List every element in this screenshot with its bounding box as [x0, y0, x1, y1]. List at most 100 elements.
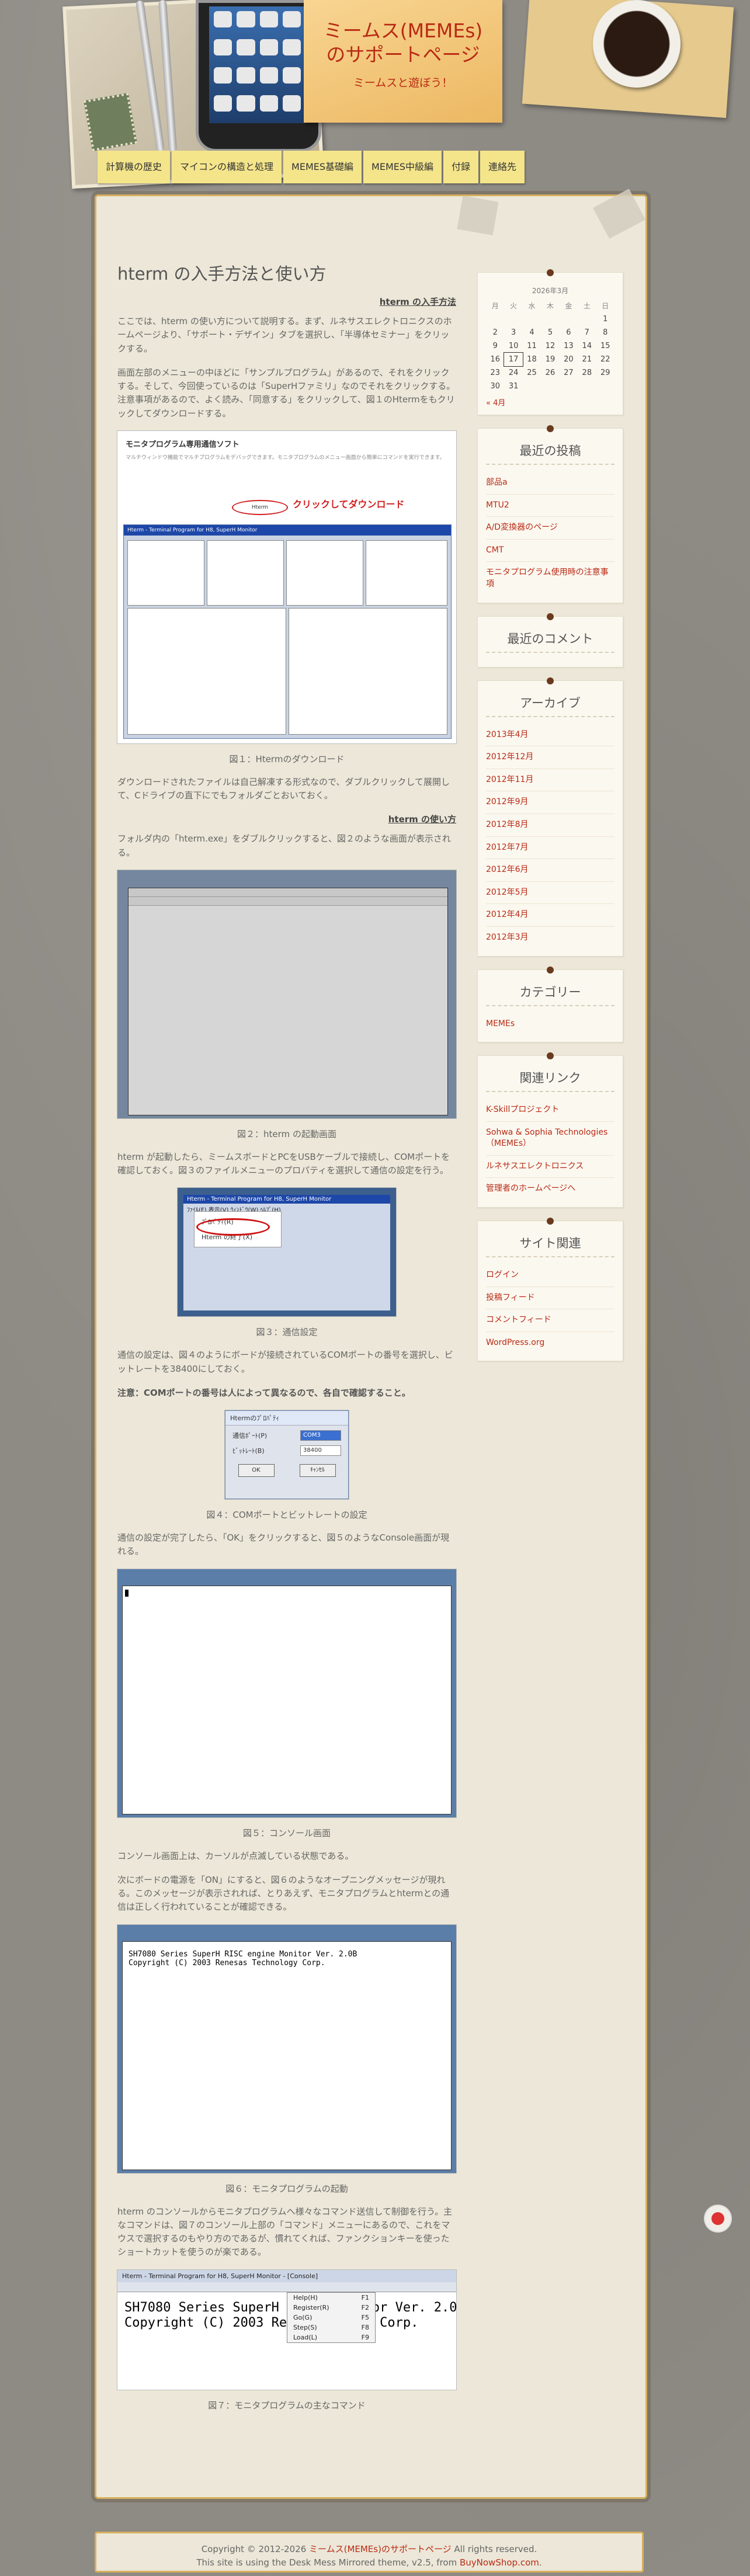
figure-hterm-download[interactable]: モニタプログラム専用通信ソフト マルチウィンドウ機能でマルチプログラムをデバッグ…	[117, 430, 456, 743]
calendar-day: 9	[492, 342, 498, 350]
recent-post-link[interactable]: A/D変換器のページ	[486, 517, 614, 540]
archive-widget: アーカイブ 2013年4月 2012年12月 2012年11月 2012年9月 …	[477, 677, 623, 957]
calendar-table: 2026年3月 月火水木金土日 1 2 3 4 5 6 7 8 9 10 11 12 13 14 15 16 1…	[486, 286, 614, 393]
related-link[interactable]: 管理者のホームページへ	[486, 1178, 614, 1200]
cancel-button: ｷｬﾝｾﾙ	[299, 1464, 336, 1477]
footer-theme-link[interactable]: BuyNowShop.com	[460, 2557, 539, 2568]
stamp-decoration	[83, 92, 138, 152]
dialog-title: Htermのﾌﾟﾛﾊﾟﾃｨ	[225, 1411, 348, 1426]
figure-caption: 図７：モニタプログラムの主なコマンド	[208, 2400, 366, 2411]
nav-tab-appendix[interactable]: 付録	[443, 151, 479, 183]
figure-com-bitrate-dialog[interactable]: Htermのﾌﾟﾛﾊﾟﾃｨ 通信ﾎﾟｰﾄ(P) COM3 ﾋﾞｯﾄﾚｰﾄ(B) 38…	[225, 1410, 349, 1499]
widget-title: 最近の投稿	[486, 441, 614, 465]
meta-link-wordpress[interactable]: WordPress.org	[486, 1332, 614, 1354]
console-window: SH7080 Series SuperH RISC engine Monitor…	[122, 1941, 452, 2170]
calendar-day: 11	[527, 342, 537, 350]
floating-widget-icon[interactable]	[705, 2206, 731, 2231]
paragraph: hterm が起動したら、ミームスボードとPCをUSBケーブルで接続し、COMポ…	[117, 1151, 450, 1176]
figure-caption: 図４：COMポートとビットレートの設定	[206, 1510, 367, 1520]
archive-link[interactable]: 2012年12月	[486, 746, 614, 769]
site-title[interactable]: ミームス(MEMEs) のサポートページ	[304, 19, 502, 67]
window-title: Hterm - Terminal Program for H8, SuperH …	[183, 1195, 390, 1204]
site-title-line2: のサポートページ	[326, 43, 480, 67]
figure-monitor-commands[interactable]: Hterm - Terminal Program for H8, SuperH …	[117, 2269, 456, 2390]
nav-tab-mcu-structure[interactable]: マイコンの構造と処理	[172, 151, 282, 183]
calendar-day: 20	[564, 355, 574, 364]
archive-link[interactable]: 2012年4月	[486, 904, 614, 927]
calendar-day: 16	[490, 355, 500, 364]
archive-link[interactable]: 2012年6月	[486, 859, 614, 882]
figure-caption: 図６：モニタプログラムの起動	[225, 2183, 348, 2194]
related-link[interactable]: Sohwa & Sophia Technologies（MEMEs）	[486, 1122, 614, 1156]
calendar-day: 23	[490, 369, 500, 377]
calendar-day: 14	[582, 342, 592, 350]
recent-post-link[interactable]: モニタプログラム使用時の注意事項	[486, 562, 614, 595]
post-title[interactable]: hterm の入手方法と使い方	[117, 260, 456, 285]
calendar-weekday: 土	[583, 302, 591, 310]
tape-decoration	[593, 189, 645, 239]
figure-caption: 図１：Htermのダウンロード	[229, 753, 345, 764]
figure-caption: 図５：コンソール画面	[242, 1827, 331, 1838]
calendar-weekday: 火	[510, 302, 518, 310]
widget-title: 最近のコメント	[486, 630, 614, 653]
footer-site-link[interactable]: ミームス(MEMEs)のサポートページ	[309, 2544, 452, 2554]
archive-link[interactable]: 2012年9月	[486, 791, 614, 814]
recent-post-link[interactable]: CMT	[486, 540, 614, 562]
archive-link[interactable]: 2012年5月	[486, 882, 614, 905]
command-menu-item: Register(R) F2	[293, 2303, 369, 2311]
calendar-weekday: 水	[528, 302, 536, 310]
hterm-download-button: Hterm	[232, 499, 288, 515]
port-select: COM3	[300, 1430, 341, 1441]
pin-icon	[547, 1218, 554, 1225]
pens-decoration	[135, 0, 187, 152]
widget-title: 関連リンク	[486, 1069, 614, 1093]
paragraph: コンソール画面上は、カーソルが点滅している状態である。	[117, 1850, 354, 1861]
header: ミームス(MEMEs) のサポートページ ミームスと遊ぼう！ 計算機の歴史 マイ…	[0, 0, 750, 193]
figure-hterm-startup[interactable]	[117, 870, 456, 1118]
widget-title: カテゴリー	[486, 983, 614, 1006]
archive-link[interactable]: 2012年3月	[486, 927, 614, 949]
nav-tab-history[interactable]: 計算機の歴史	[98, 151, 171, 183]
calendar-day	[560, 380, 578, 393]
category-link[interactable]: MEMEs	[486, 1013, 614, 1035]
nav-tab-memes-intermediate[interactable]: MEMES中級編	[363, 151, 442, 183]
meta-link-login[interactable]: ログイン	[486, 1264, 614, 1287]
figure-console[interactable]	[117, 1569, 456, 1817]
archive-link[interactable]: 2012年7月	[486, 837, 614, 860]
command-menu-item: Help(H) F1	[293, 2293, 369, 2302]
hterm-window-screenshot: Hterm - Terminal Program for H8, SuperH …	[123, 524, 452, 739]
calendar-day: 13	[564, 342, 574, 350]
calendar-day: 26	[545, 369, 555, 377]
calendar-day: 28	[582, 369, 592, 377]
cursor-icon	[125, 1589, 129, 1597]
meta-link-comments-feed[interactable]: コメントフィード	[486, 1309, 614, 1332]
meta-link-posts-feed[interactable]: 投稿フィード	[486, 1287, 614, 1310]
nav-tab-memes-basic[interactable]: MEMES基礎編	[283, 151, 362, 183]
calendar-prev-link[interactable]: « 4月	[486, 393, 614, 408]
paragraph: 次にボードの電源を「ON」にすると、図６のようなオープニングメッセージが現れる。…	[117, 1874, 450, 1913]
calendar-day: 31	[508, 382, 519, 391]
related-link[interactable]: ルネサスエレクトロニクス	[486, 1156, 614, 1179]
nav-tab-contact[interactable]: 連絡先	[480, 151, 525, 183]
recent-post-link[interactable]: MTU2	[486, 495, 614, 517]
pin-icon	[547, 269, 554, 276]
archive-link[interactable]: 2013年4月	[486, 724, 614, 747]
paragraph: ダウンロードされたファイルは自己解凍する形式なので、ダブルクリックして展開して、…	[117, 776, 450, 801]
recent-post-link[interactable]: 部品a	[486, 472, 614, 495]
pin-icon	[547, 425, 554, 432]
calendar-day: 2	[492, 328, 498, 337]
figure-monitor-startup[interactable]: SH7080 Series SuperH RISC engine Monitor…	[117, 1924, 456, 2173]
post-content: hterm の入手方法と使い方 hterm の入手方法 ここでは、hterm の…	[117, 260, 456, 2422]
archive-link[interactable]: 2012年11月	[486, 769, 614, 792]
pin-icon	[547, 613, 554, 620]
sidebar: 2026年3月 月火水木金土日 1 2 3 4 5 6 7 8 9 10 11 12 13 14 15 16 1…	[477, 269, 623, 1374]
archive-link[interactable]: 2012年8月	[486, 814, 614, 837]
calendar-day	[596, 380, 614, 393]
related-link[interactable]: K-Skillプロジェクト	[486, 1099, 614, 1122]
section-heading-download: hterm の入手方法	[379, 297, 456, 307]
figure-comm-settings[interactable]: Hterm - Terminal Program for H8, SuperH …	[178, 1188, 396, 1317]
pin-icon	[547, 1052, 554, 1060]
calendar-day: 12	[545, 342, 555, 350]
bitrate-label: ﾋﾞｯﾄﾚｰﾄ(B)	[232, 1447, 265, 1455]
command-menu: Help(H) F1 Register(R) F2 Go(G) F5 Step(S) F…	[287, 2292, 376, 2343]
